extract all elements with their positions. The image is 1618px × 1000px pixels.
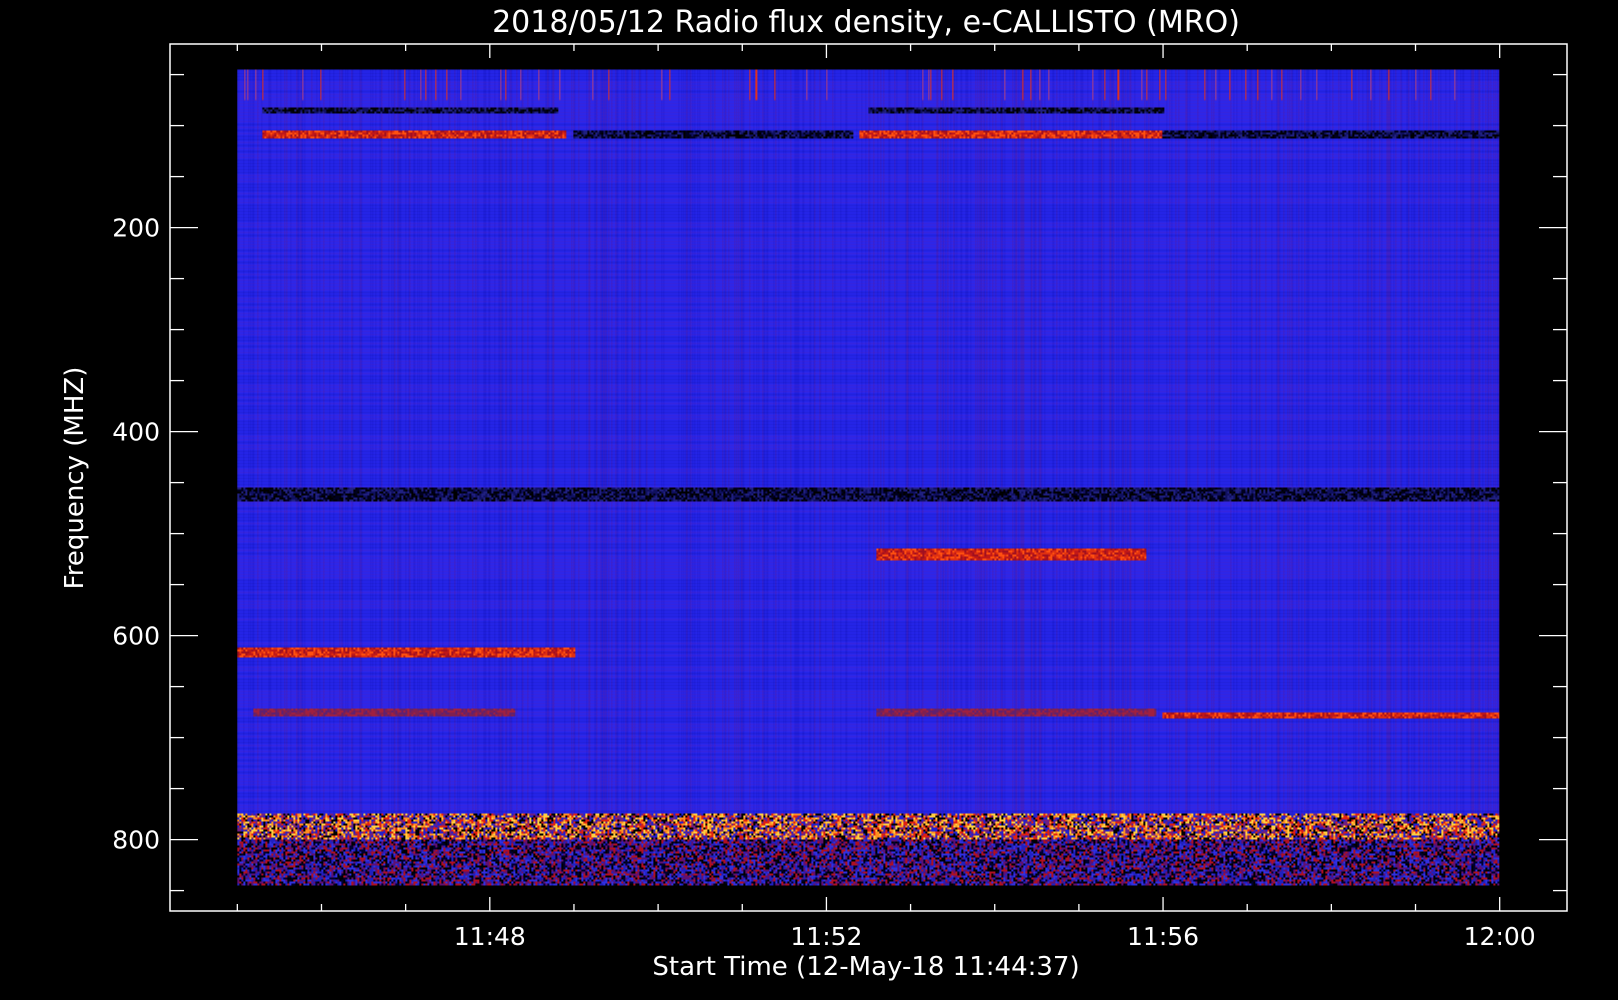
x-tick-label: 11:52 (790, 922, 862, 951)
x-tick-label: 11:48 (454, 922, 526, 951)
y-tick-label: 600 (112, 622, 160, 651)
heatmap-image (237, 69, 1500, 886)
x-tick-label: 11:56 (1127, 922, 1199, 951)
x-axis-label: Start Time (12-May-18 11:44:37) (652, 952, 1079, 982)
y-axis-label: Frequency (MHZ) (60, 367, 90, 590)
x-tick-label: 12:00 (1464, 922, 1536, 951)
y-tick-label: 200 (112, 214, 160, 243)
heatmap (237, 69, 1500, 886)
spectrogram-chart: 2018/05/12 Radio flux density, e-CALLIST… (0, 0, 1618, 1000)
y-tick-label: 800 (112, 826, 160, 855)
chart-title: 2018/05/12 Radio flux density, e-CALLIST… (492, 5, 1240, 40)
y-tick-label: 400 (112, 418, 160, 447)
